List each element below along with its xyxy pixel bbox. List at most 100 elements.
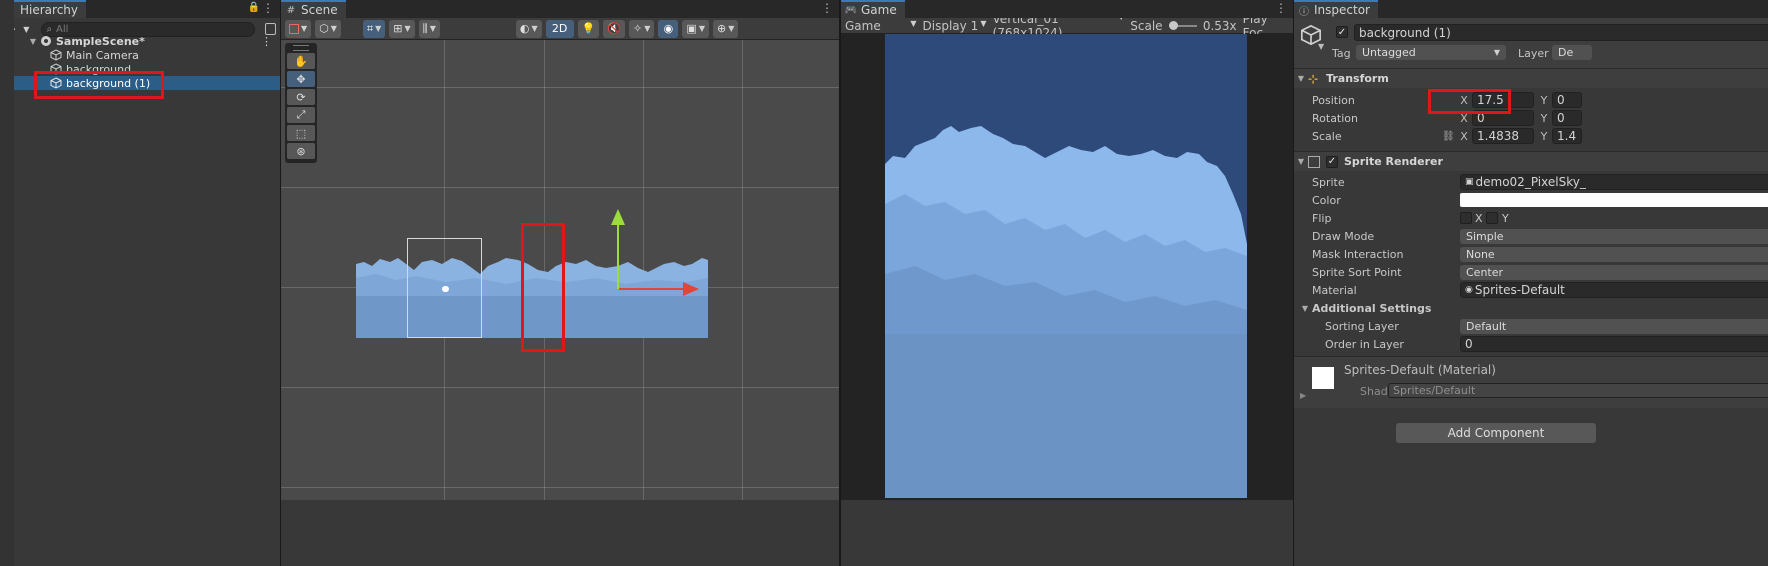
snap-increment-button[interactable]: ⊞ ▼ [389, 19, 415, 38]
hand-tool-icon[interactable]: ✋ [287, 53, 315, 69]
rotation-x-field[interactable]: 0 [1472, 110, 1534, 126]
chevron-down-icon[interactable]: ▼ [23, 25, 29, 34]
sorting-layer-dropdown[interactable]: Default [1460, 318, 1768, 334]
rect-tool-icon[interactable]: ⬚ [287, 125, 315, 141]
axis-x-label[interactable]: X [1458, 130, 1470, 143]
visibility-icon[interactable]: ◉ [658, 19, 679, 38]
flip-x-checkbox[interactable] [1460, 212, 1472, 224]
list-item-label: background (1) [66, 76, 151, 90]
collapse-arrow-icon[interactable]: ▼ [1294, 157, 1308, 166]
gizmo-cube-button[interactable]: ⬡ ▼ [315, 19, 341, 38]
axis-y-label[interactable]: Y [1538, 130, 1550, 143]
gizmo-x-axis[interactable] [619, 288, 685, 290]
sprite-renderer-title: Sprite Renderer [1344, 155, 1443, 168]
scene-menu-icon[interactable]: ⋮ [261, 35, 272, 48]
display-dropdown[interactable]: Display 1 ▼ [923, 19, 987, 33]
draw-mode-button[interactable]: ▼ [285, 19, 312, 38]
collapse-arrow-icon[interactable]: ▼ [1298, 304, 1312, 313]
game-mode-dropdown[interactable]: Game ▼ [845, 19, 917, 33]
tab-scene[interactable]: # Scene [281, 0, 346, 18]
axis-x-label[interactable]: X [1458, 94, 1470, 107]
move-tool-icon[interactable]: ✥ [287, 71, 315, 87]
mask-dropdown[interactable]: None [1460, 246, 1768, 262]
constrain-link-icon[interactable]: ⛓ [1442, 131, 1455, 142]
order-row: Order in Layer 0 [1294, 335, 1768, 353]
rotate-tool-icon[interactable]: ⟳ [287, 89, 315, 105]
game-panel: 🎮 Game ⋮ Game ▼ Display 1 ▼ Vertical_01 (7… [841, 0, 1293, 566]
gizmo-y-axis[interactable] [617, 223, 619, 289]
camera-icon[interactable]: ▣ ▼ [682, 19, 709, 38]
scale-x-field[interactable]: 1.4838 [1472, 128, 1534, 144]
effects-icon[interactable]: ✧ ▼ [629, 19, 655, 38]
transform-body: Position X 17.5 Y 0 Rotation X 0 Y 0 Sca… [1294, 91, 1768, 145]
tab-inspector[interactable]: ⓘ Inspector [1294, 0, 1378, 18]
sprite-field[interactable]: ▣ demo02_PixelSky_ [1460, 174, 1768, 190]
gizmo-y-arrow-icon[interactable] [611, 209, 625, 225]
color-swatch[interactable] [1460, 193, 1768, 207]
unity-scene-icon [41, 36, 51, 46]
sort-point-dropdown[interactable]: Center [1460, 264, 1768, 280]
scene-viewport[interactable]: ✋ ✥ ⟳ ⤢ ⬚ ⊛ [281, 40, 839, 500]
position-label: Position [1312, 93, 1355, 107]
tag-dropdown[interactable]: Untagged ▼ [1356, 45, 1506, 60]
layer-dropdown[interactable]: De [1552, 45, 1592, 60]
scale-tool-icon[interactable]: ⤢ [287, 107, 315, 123]
tab-game-label: Game [861, 3, 897, 17]
order-label: Order in Layer [1325, 337, 1404, 351]
expand-arrow-icon[interactable]: ▶ [1300, 391, 1306, 400]
lighting-icon[interactable]: 💡 [577, 19, 600, 38]
more-menu-icon[interactable]: ⋮ [821, 1, 833, 15]
collapse-arrow-icon[interactable]: ▼ [1294, 74, 1308, 83]
tab-game[interactable]: 🎮 Game [841, 0, 905, 18]
flip-y-checkbox[interactable] [1486, 212, 1498, 224]
flip-x-label: X [1475, 211, 1483, 225]
game-viewport[interactable] [841, 34, 1293, 500]
lock-icon[interactable]: 🔒 [248, 2, 260, 13]
position-y-field[interactable]: 0 [1552, 92, 1582, 108]
rotation-y-field[interactable]: 0 [1552, 110, 1582, 126]
ruler-button[interactable]: ⫼ ▼ [418, 19, 440, 38]
axis-y-label[interactable]: Y [1538, 112, 1550, 125]
scene-panel: # Scene ⋮ ▼ ⬡ ▼ ⌗ ▼ ⊞ ▼ ⫼ ▼ ◐ ▼ 2D 💡 🔇 ✧ ▼ ◉ ▣… [281, 0, 839, 566]
draw-mode-dropdown[interactable]: Simple [1460, 228, 1768, 244]
material-field[interactable]: ◉ Sprites-Default [1460, 282, 1768, 298]
game-render [885, 34, 1247, 498]
more-menu-icon[interactable]: ⋮ [262, 1, 274, 15]
toggle-2d-button[interactable]: 2D [545, 19, 574, 38]
audio-icon[interactable]: 🔇 [603, 19, 626, 38]
pivot-icon [442, 286, 449, 292]
component-enabled-checkbox[interactable]: ✓ [1326, 155, 1338, 168]
more-menu-icon[interactable]: ⋮ [1275, 1, 1287, 15]
active-checkbox[interactable]: ✓ [1336, 26, 1348, 38]
position-x-field[interactable]: 17.5 [1472, 92, 1534, 108]
inspector-panel: ⓘ Inspector ▼ ✓ background (1) Tag Untag… [1294, 0, 1768, 566]
sorting-layer-label: Sorting Layer [1325, 319, 1399, 333]
grid-snap-button[interactable]: ⌗ ▼ [362, 19, 386, 38]
axis-y-label[interactable]: Y [1538, 94, 1550, 107]
list-item[interactable]: Main Camera [0, 48, 280, 62]
add-component-button[interactable]: Add Component [1396, 423, 1596, 443]
gizmos-icon[interactable]: ⊕ ▼ [712, 19, 739, 38]
additional-settings-label: Additional Settings [1312, 301, 1432, 315]
object-name-field[interactable]: background (1) [1354, 24, 1768, 41]
list-item[interactable]: background [0, 62, 280, 76]
additional-settings-row[interactable]: ▼ Additional Settings [1294, 299, 1768, 317]
palette-grip-icon[interactable] [293, 45, 309, 51]
material-row: Material ◉ Sprites-Default [1294, 281, 1768, 299]
axis-x-label[interactable]: X [1458, 112, 1470, 125]
scene-root-row[interactable]: ▼ SampleScene* ⋮ [0, 34, 280, 48]
transform-header[interactable]: ▼ ⊹ Transform [1294, 68, 1768, 88]
scale-y-field[interactable]: 1.4 [1552, 128, 1582, 144]
shading-mode-button[interactable]: ◐ ▼ [515, 19, 542, 38]
transform-tool-icon[interactable]: ⊛ [287, 143, 315, 159]
shader-dropdown[interactable]: Sprites/Default [1388, 383, 1768, 398]
chevron-down-icon[interactable]: ▼ [1318, 42, 1324, 51]
scale-slider[interactable] [1168, 20, 1197, 30]
list-item-selected[interactable]: background (1) [0, 76, 280, 90]
gizmo-x-arrow-icon[interactable] [683, 282, 699, 296]
search-icon: ⌕ [46, 23, 53, 35]
tab-inspector-label: Inspector [1314, 3, 1370, 17]
expand-arrow-icon[interactable]: ▼ [26, 37, 40, 46]
order-field[interactable]: 0 [1460, 336, 1768, 352]
sprite-renderer-header[interactable]: ▼ ✓ Sprite Renderer [1294, 151, 1768, 171]
